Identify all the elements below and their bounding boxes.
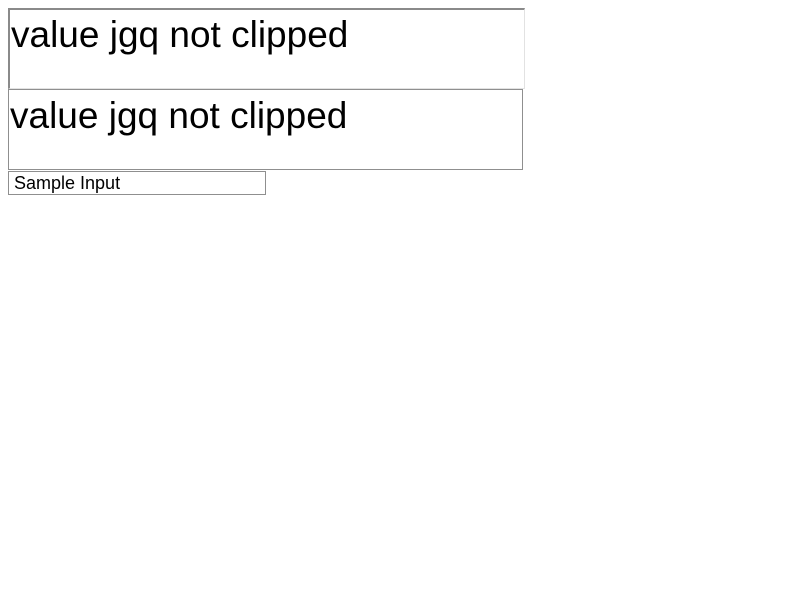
sample-text-input[interactable] bbox=[8, 171, 266, 195]
large-text-input-2-value: value jgq not clipped bbox=[10, 95, 348, 136]
large-text-input-2[interactable]: value jgq not clipped bbox=[8, 89, 523, 170]
large-text-input-1-value: value jgq not clipped bbox=[11, 14, 349, 55]
large-text-input-1[interactable]: value jgq not clipped bbox=[8, 8, 525, 89]
